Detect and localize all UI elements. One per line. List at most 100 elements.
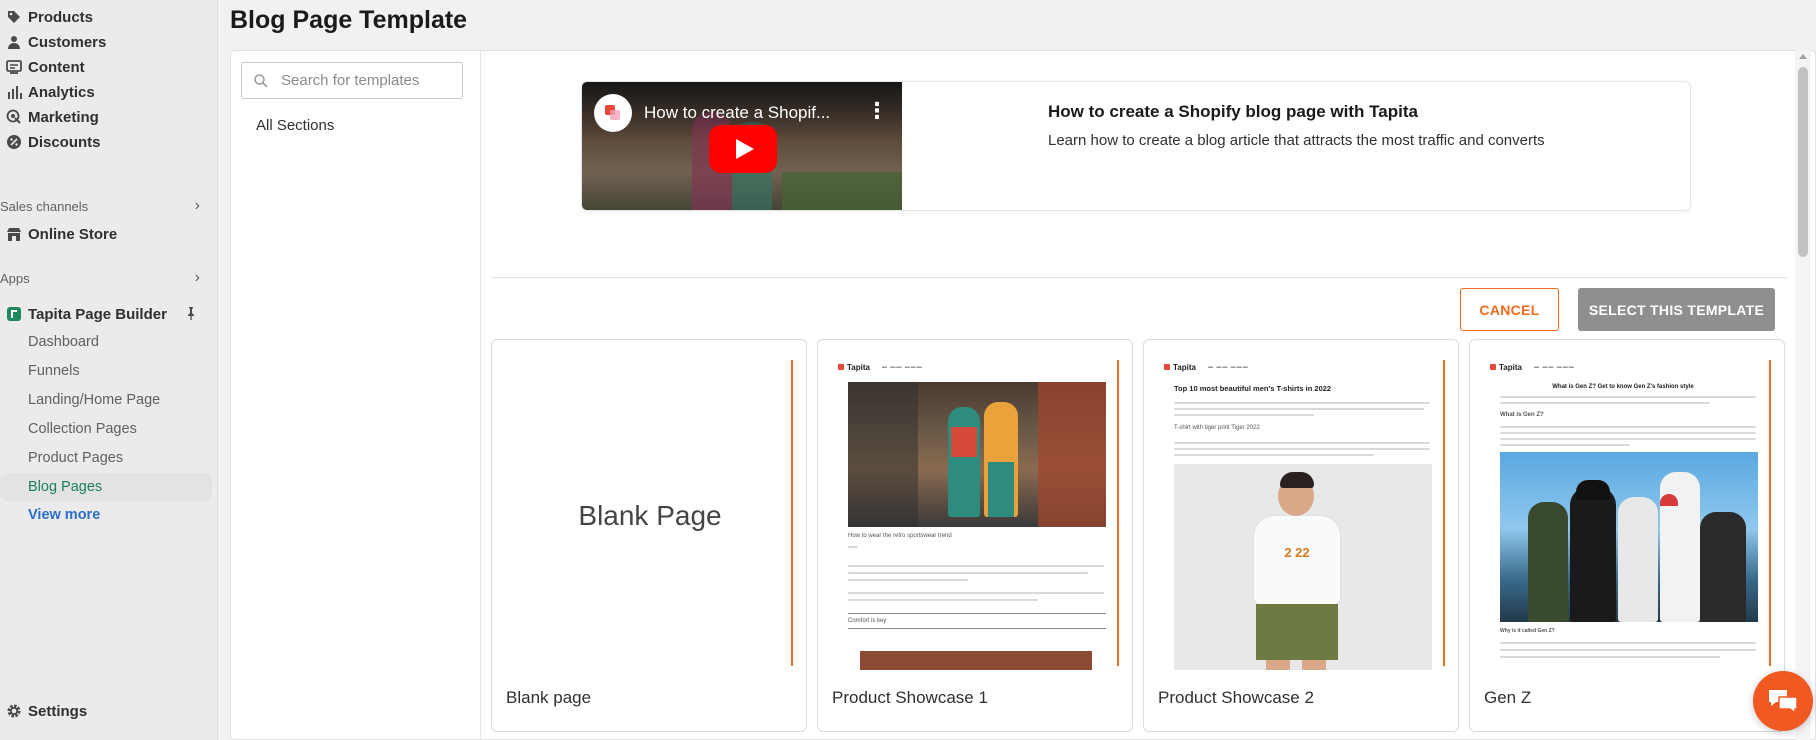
nav-online-store[interactable]: Online Store — [0, 219, 212, 249]
search-icon — [254, 73, 268, 88]
preview-heading: What is Gen Z? Get to know Gen Z's fashi… — [1552, 384, 1694, 390]
preview-header: Tapita ▬ ▬▬ ▬▬▬ — [838, 360, 1104, 374]
apps-label: Apps — [0, 270, 30, 286]
tag-icon — [0, 9, 28, 25]
video-thumbnail[interactable]: How to create a Shopif... ⋮ — [582, 82, 902, 210]
sub-item-collection-pages[interactable]: Collection Pages — [0, 415, 212, 443]
target-icon — [0, 109, 28, 125]
preview-header: Tapita ▬ ▬▬ ▬▬▬ — [1490, 360, 1756, 374]
preview-text-line — [1500, 649, 1756, 651]
nav-label: Analytics — [28, 83, 95, 101]
search-input[interactable] — [281, 72, 451, 89]
nav-discounts[interactable]: Discounts — [0, 127, 212, 157]
play-button-icon[interactable] — [709, 125, 777, 173]
preview-text-line — [848, 572, 1088, 574]
template-card-product-showcase-2[interactable]: Tapita ▬ ▬▬ ▬▬▬ Top 10 most beautiful me… — [1143, 339, 1459, 732]
preview-subhead: T-shirt with tiger print Tiger 2022 — [1174, 425, 1260, 431]
preview-text-line — [1500, 396, 1756, 398]
preview-scroll-indicator — [791, 360, 793, 666]
nav-tapita-page-builder[interactable]: Tapita Page Builder — [0, 299, 212, 329]
gear-icon — [0, 703, 28, 719]
preview-text-line — [848, 565, 1104, 567]
template-card-blank[interactable]: Blank Page Blank page — [491, 339, 807, 732]
sub-item-funnels[interactable]: Funnels — [0, 357, 212, 385]
preview-text-line — [848, 599, 1038, 601]
video-title[interactable]: How to create a Shopif... — [644, 103, 830, 123]
preview-text-line — [1174, 402, 1430, 404]
nav-label: Settings — [28, 702, 88, 720]
all-sections-item[interactable]: All Sections — [256, 117, 334, 134]
chevron-right-icon: › — [194, 197, 200, 214]
preview-photo — [1500, 452, 1758, 622]
select-template-button[interactable]: SELECT THIS TEMPLATE — [1578, 288, 1775, 331]
sub-item-blog-pages[interactable]: Blog Pages — [0, 473, 212, 501]
preview-text-line — [1174, 408, 1424, 410]
sub-item-dashboard[interactable]: Dashboard — [0, 328, 212, 356]
template-name: Gen Z — [1484, 688, 1532, 707]
template-panel: All Sections How to create a Shopif... ⋮… — [230, 50, 1816, 740]
preview-text-line — [1500, 432, 1756, 434]
chevron-right-icon: › — [194, 269, 200, 286]
template-card-gen-z[interactable]: Tapita ▬ ▬▬ ▬▬▬ What is Gen Z? Get to kn… — [1469, 339, 1785, 732]
apps-header[interactable]: Apps › — [0, 267, 200, 289]
preview-subhead: Why is it called Gen Z? — [1500, 628, 1555, 634]
nav-label: Marketing — [28, 108, 99, 126]
preview-text-line — [848, 592, 1104, 594]
sub-item-product-pages[interactable]: Product Pages — [0, 444, 212, 472]
tshirt-print: 2 22 — [1284, 545, 1310, 560]
sales-channels-header[interactable]: Sales channels › — [0, 195, 200, 217]
video-description: Learn how to create a blog article that … — [1048, 132, 1545, 149]
preview-photo: 2 22 — [1174, 464, 1432, 670]
store-icon — [0, 226, 28, 242]
bar-chart-icon — [0, 84, 28, 100]
divider — [491, 277, 1787, 278]
person-icon — [0, 34, 28, 50]
tutorial-video-card: How to create a Shopif... ⋮ How to creat… — [581, 81, 1691, 211]
sub-item-landing-home-page[interactable]: Landing/Home Page — [0, 386, 212, 414]
template-preview: Tapita ▬ ▬▬ ▬▬▬ How to wear the retro sp… — [828, 350, 1114, 670]
scroll-up-arrow-icon[interactable] — [1799, 54, 1807, 59]
preview-text-line — [1174, 448, 1430, 450]
chat-widget-button[interactable] — [1753, 671, 1813, 731]
cancel-button[interactable]: CANCEL — [1460, 288, 1559, 331]
template-name: Product Showcase 2 — [1158, 688, 1314, 707]
sidebar: Products Customers Content Analytics Mar… — [0, 0, 218, 740]
template-card-product-showcase-1[interactable]: Tapita ▬ ▬▬ ▬▬▬ How to wear the retro sp… — [817, 339, 1133, 732]
preview-scroll-indicator — [1769, 360, 1771, 666]
template-preview: Tapita ▬ ▬▬ ▬▬▬ Top 10 most beautiful me… — [1154, 350, 1440, 670]
template-preview: Tapita ▬ ▬▬ ▬▬▬ What is Gen Z? Get to kn… — [1480, 350, 1766, 670]
search-box[interactable] — [241, 62, 463, 99]
scrollbar[interactable] — [1795, 50, 1811, 740]
blank-page-preview: Blank Page — [578, 500, 722, 531]
view-more-link[interactable]: View more — [0, 501, 212, 529]
channel-logo-icon[interactable] — [594, 94, 632, 132]
nav-settings[interactable]: Settings — [0, 696, 212, 726]
preview-scroll-indicator — [1117, 360, 1119, 666]
preview-logo: Tapita — [1490, 363, 1522, 372]
template-name: Blank page — [506, 688, 592, 707]
scrollbar-thumb[interactable] — [1798, 67, 1808, 257]
preview-subhead: What is Gen Z? — [1500, 412, 1544, 418]
preview-text-line — [1500, 444, 1630, 446]
pin-icon[interactable] — [184, 306, 198, 320]
preview-logo: Tapita — [1164, 363, 1196, 372]
nav-label: Customers — [28, 33, 107, 51]
template-name: Product Showcase 1 — [832, 688, 988, 707]
nav-label: Tapita Page Builder — [28, 305, 167, 323]
preview-text-line — [1500, 656, 1720, 658]
preview-text-line — [848, 579, 968, 581]
preview-header: Tapita ▬ ▬▬ ▬▬▬ — [1164, 360, 1430, 374]
content-icon — [0, 59, 28, 75]
nav-label: Discounts — [28, 133, 101, 151]
more-options-icon[interactable]: ⋮ — [866, 100, 888, 122]
preview-text-line — [1500, 642, 1756, 644]
preview-logo: Tapita — [838, 363, 870, 372]
nav-label: Content — [28, 58, 85, 76]
preview-subhead: Comfort is key — [848, 618, 887, 624]
nav-label: Products — [28, 8, 94, 26]
preview-nav: ▬ ▬▬ ▬▬▬ — [1207, 364, 1249, 370]
preview-caption: How to wear the retro sportswear trend — [848, 533, 952, 539]
chat-icon — [1769, 690, 1798, 715]
preview-text-line — [1500, 438, 1756, 440]
preview-text-line — [848, 546, 858, 548]
